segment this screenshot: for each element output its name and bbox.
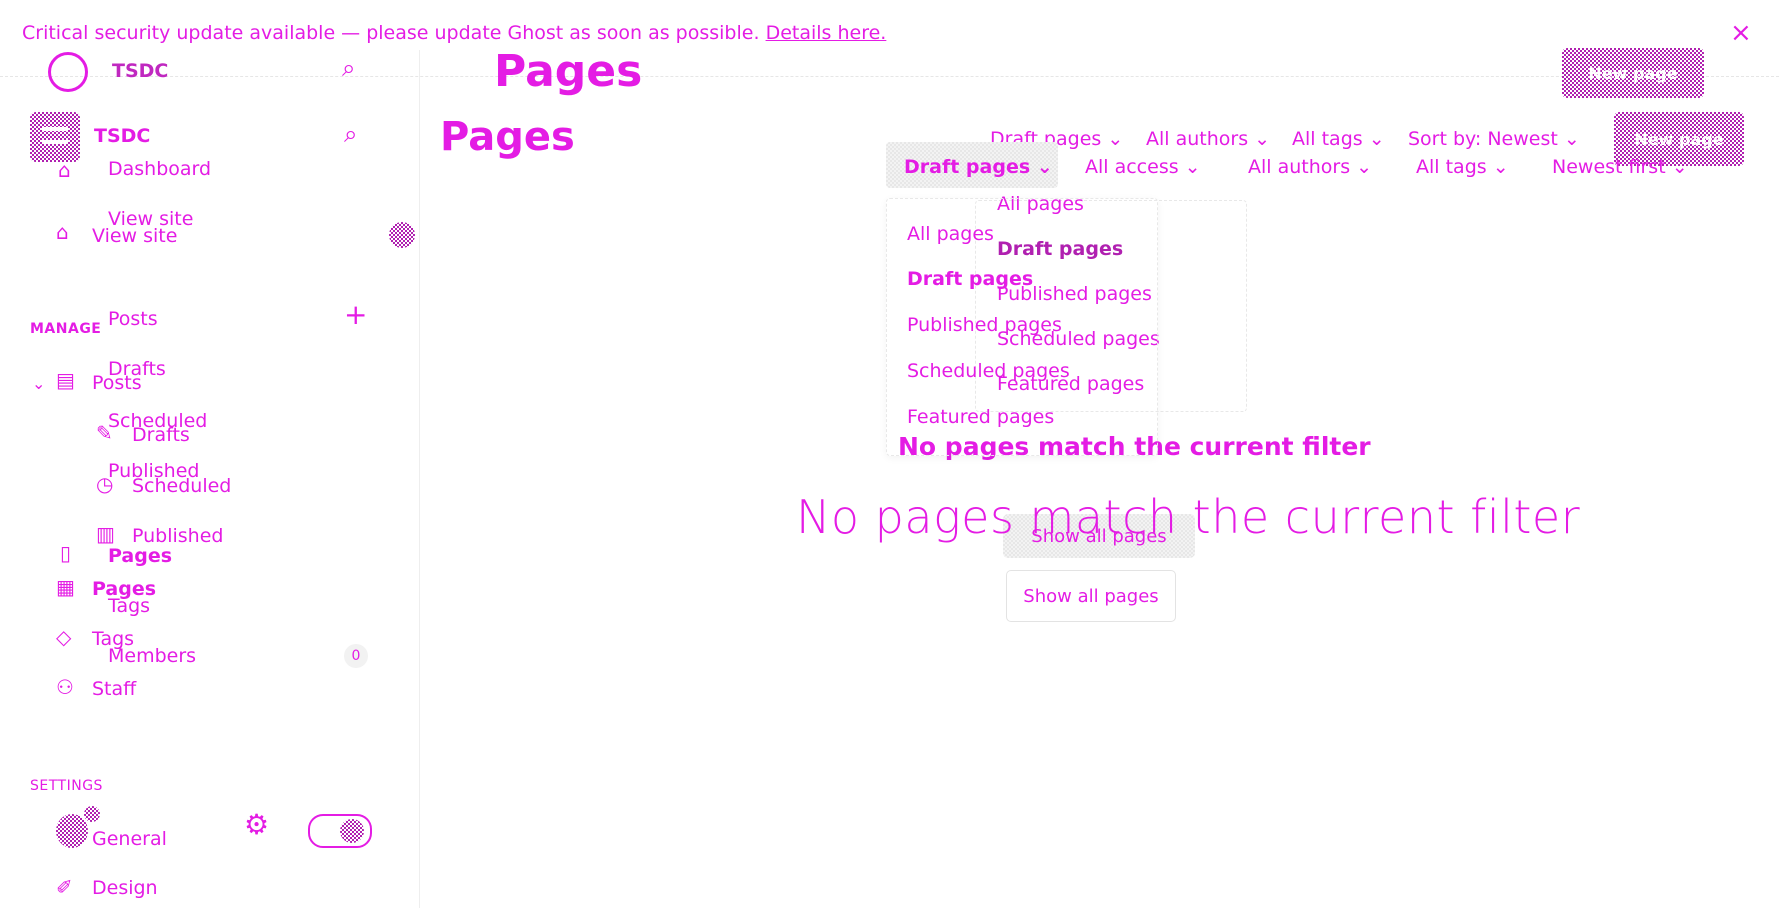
filter-tags[interactable]: All tags ⌄	[1416, 156, 1509, 178]
sidebar-item-view-site[interactable]: View site	[92, 225, 177, 247]
ghost-filter-authors-label: All authors	[1146, 128, 1249, 150]
chevron-down-icon: ⌄	[1356, 156, 1373, 178]
site-name: TSDC	[94, 125, 151, 147]
sidebar-item-pages[interactable]: Pages	[92, 578, 156, 600]
search-icon[interactable]: ⌕	[344, 122, 357, 146]
ghost-page-title: Pages	[494, 46, 643, 97]
pencil-icon: ✎	[96, 421, 113, 445]
empty-state-title: No pages match the current filter	[796, 490, 1581, 544]
chevron-down-icon: ⌄	[1254, 128, 1271, 150]
site-logo-mark-2	[42, 140, 68, 144]
ghost-new-page-button[interactable]: New page	[1562, 48, 1704, 98]
clock-icon: ◷	[96, 472, 114, 496]
filter-tags-label: All tags	[1416, 156, 1487, 178]
dropdown-featured-pages[interactable]: Featured pages	[907, 406, 1054, 428]
sidebar-item-staff[interactable]: Staff	[92, 678, 136, 700]
brush-icon: ✐	[56, 875, 73, 899]
staff-icon: ⚇	[56, 675, 74, 699]
sidebar-item-general[interactable]: General	[92, 828, 167, 850]
ghost-filter-sort-label: Sort by: Newest	[1408, 128, 1558, 150]
avatar-badge	[84, 806, 100, 822]
chevron-down-icon: ⌄	[1671, 156, 1688, 178]
home-icon: ⌂	[58, 158, 71, 182]
tag-icon: ◇	[56, 625, 72, 649]
filter-sort[interactable]: Newest first ⌄	[1552, 156, 1688, 178]
ghost-nav-posts: Posts	[108, 308, 158, 330]
ghost-site-logo	[48, 52, 88, 92]
sidebar-item-scheduled[interactable]: Scheduled	[132, 475, 231, 497]
sidebar-divider	[419, 50, 420, 908]
chevron-down-icon: ⌄	[1036, 156, 1053, 178]
dropdown-scheduled-pages[interactable]: Scheduled pages	[907, 360, 1070, 382]
search-icon[interactable]: ⌕	[342, 56, 355, 80]
filter-authors-label: All authors	[1248, 156, 1351, 178]
theme-toggle[interactable]	[308, 814, 372, 848]
dropdown-all-pages[interactable]: All pages	[907, 223, 994, 245]
filter-status-label: Draft pages	[904, 156, 1031, 178]
ghost-nav-dashboard: Dashboard	[108, 158, 212, 180]
manage-heading: MANAGE	[30, 321, 102, 337]
chevron-down-icon: ⌄	[1492, 156, 1509, 178]
filter-authors[interactable]: All authors ⌄	[1248, 156, 1372, 178]
ghost-site-name: TSDC	[112, 60, 169, 82]
ghost-nav-pages: Pages	[108, 545, 173, 567]
ghost-filter-sort[interactable]: Sort by: Newest ⌄	[1408, 128, 1580, 150]
ghost-filter-tags-label: All tags	[1292, 128, 1363, 150]
page-title: Pages	[440, 114, 575, 160]
chevron-down-icon: ⌄	[1563, 128, 1580, 150]
show-all-pages-button[interactable]: Show all pages	[1006, 570, 1176, 622]
view-site-indicator	[389, 222, 415, 248]
dropdown-draft-pages[interactable]: Draft pages	[907, 268, 1033, 290]
sidebar-item-drafts[interactable]: Drafts	[132, 424, 190, 446]
filter-access[interactable]: All access ⌄	[1085, 156, 1201, 178]
site-logo	[30, 112, 80, 162]
pages-icon: ▦	[56, 575, 75, 599]
published-icon: ▥	[96, 522, 115, 546]
update-banner: Critical security update available — ple…	[22, 22, 886, 44]
filter-status[interactable]: Draft pages ⌄	[904, 156, 1053, 178]
banner-divider	[0, 76, 1779, 77]
sidebar-item-tags[interactable]: Tags	[92, 628, 134, 650]
settings-heading: SETTINGS	[30, 778, 103, 794]
ghost-filter-authors[interactable]: All authors ⌄	[1146, 128, 1270, 150]
sidebar-item-posts[interactable]: Posts	[92, 372, 142, 394]
site-logo-mark	[42, 127, 68, 131]
members-count-badge: 0	[344, 644, 368, 668]
chevron-down-icon[interactable]: ⌄	[32, 374, 45, 394]
avatar[interactable]	[56, 814, 88, 848]
chevron-down-icon: ⌄	[1184, 156, 1201, 178]
plus-icon[interactable]: +	[344, 301, 367, 329]
dropdown-published-pages[interactable]: Published pages	[907, 314, 1062, 336]
filter-access-label: All access	[1085, 156, 1179, 178]
filter-sort-label: Newest first	[1552, 156, 1666, 178]
sidebar-item-published[interactable]: Published	[132, 525, 223, 547]
chevron-down-icon: ⌄	[1107, 128, 1124, 150]
posts-icon: ▤	[56, 368, 75, 392]
page-icon: ▯	[60, 541, 72, 565]
close-icon[interactable]: ×	[1730, 20, 1752, 46]
toggle-knob	[340, 819, 364, 843]
gear-icon[interactable]: ⚙	[244, 811, 269, 839]
sidebar-item-design[interactable]: Design	[92, 877, 158, 899]
globe-icon: ⌂	[56, 220, 69, 244]
chevron-down-icon: ⌄	[1368, 128, 1385, 150]
banner-details-link[interactable]: Details here.	[766, 22, 887, 44]
banner-message: Critical security update available — ple…	[22, 22, 760, 44]
ghost-filter-tags[interactable]: All tags ⌄	[1292, 128, 1385, 150]
